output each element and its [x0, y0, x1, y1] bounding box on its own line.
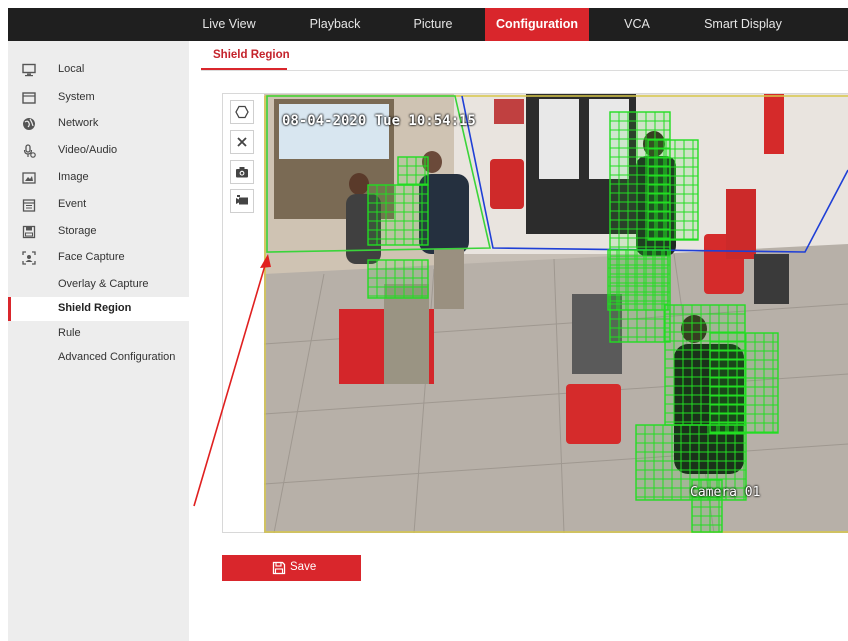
shield-grid-block [367, 184, 429, 246]
save-button-label: Save [290, 561, 317, 573]
osd-camera-name: Camera 01 [690, 485, 761, 500]
annotation-arrow [193, 261, 267, 507]
shield-grid-block [607, 249, 669, 311]
shield-grid-block [647, 139, 699, 241]
shield-region-overlay[interactable] [0, 0, 848, 641]
shield-grid-block [709, 332, 779, 434]
osd-datetime: 08-04-2020 Tue 10:54:15 [282, 113, 476, 129]
region-outline-yellow [264, 96, 848, 533]
shield-grid-block [367, 259, 429, 299]
save-button[interactable]: Save [222, 555, 361, 581]
shield-grid-block [397, 156, 429, 186]
save-icon [272, 561, 286, 575]
